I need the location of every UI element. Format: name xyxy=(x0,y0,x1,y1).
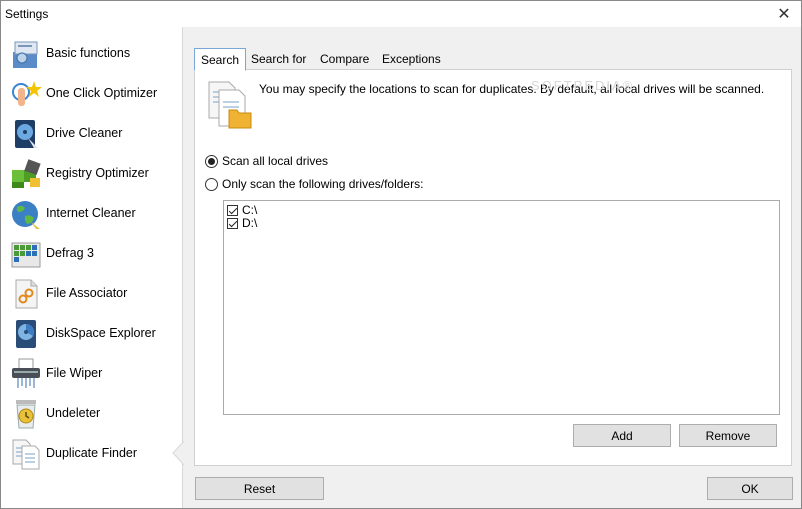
radio-indicator[interactable] xyxy=(205,177,218,191)
tab-search[interactable]: Search xyxy=(194,48,247,71)
one-click-optimizer-icon xyxy=(12,81,42,106)
selection-notch-icon xyxy=(172,441,184,465)
sidebar-item-one-click-optimizer[interactable]: One Click Optimizer xyxy=(1,74,181,114)
registry-optimizer-icon xyxy=(12,159,41,188)
window-title: Settings xyxy=(5,7,49,21)
sidebar-item-label: Drive Cleaner xyxy=(46,126,123,140)
internet-cleaner-icon xyxy=(12,201,40,229)
tab-search-for[interactable]: Search for xyxy=(245,48,312,70)
close-button[interactable]: ✕ xyxy=(767,1,801,27)
sidebar-item-label: Defrag 3 xyxy=(46,246,94,260)
sidebar-item-diskspace-explorer[interactable]: DiskSpace Explorer xyxy=(1,314,181,354)
sidebar-item-duplicate-finder[interactable]: Duplicate Finder xyxy=(1,434,181,474)
ok-button[interactable]: OK xyxy=(707,477,793,500)
basic-functions-icon xyxy=(13,41,38,68)
add-button[interactable]: Add xyxy=(573,424,671,447)
radio-label: Scan all local drives xyxy=(222,154,329,168)
remove-button[interactable]: Remove xyxy=(679,424,777,447)
sidebar-item-label: Internet Cleaner xyxy=(46,206,136,220)
radio-label: Only scan the following drives/folders: xyxy=(222,177,424,191)
sidebar-item-file-wiper[interactable]: File Wiper xyxy=(1,354,181,394)
duplicate-finder-icon xyxy=(12,439,40,470)
sidebar-item-drive-cleaner[interactable]: Drive Cleaner xyxy=(1,114,181,154)
file-associator-icon xyxy=(15,279,38,309)
drive-cleaner-icon xyxy=(15,120,38,148)
tab-compare[interactable]: Compare xyxy=(314,48,375,70)
radio-indicator[interactable] xyxy=(205,154,218,168)
search-info-text: You may specify the locations to scan fo… xyxy=(259,82,765,96)
sidebar-item-undeleter[interactable]: Undeleter xyxy=(1,394,181,434)
sidebar-item-label: One Click Optimizer xyxy=(46,86,158,100)
sidebar-item-basic-functions[interactable]: Basic functions xyxy=(1,34,181,74)
checkbox[interactable] xyxy=(227,217,238,229)
undeleter-icon xyxy=(16,400,36,429)
sidebar-item-registry-optimizer[interactable]: Registry Optimizer xyxy=(1,154,181,194)
checkbox[interactable] xyxy=(227,204,238,216)
sidebar-item-defrag[interactable]: Defrag 3 xyxy=(1,234,181,274)
sidebar-item-label: Basic functions xyxy=(46,46,131,60)
sidebar-item-internet-cleaner[interactable]: Internet Cleaner xyxy=(1,194,181,234)
sidebar-item-label: Duplicate Finder xyxy=(46,446,138,460)
search-tab-panel: You may specify the locations to scan fo… xyxy=(194,69,792,466)
location-label: D:\ xyxy=(242,216,258,230)
list-item[interactable]: C:\ xyxy=(227,203,257,217)
location-label: C:\ xyxy=(242,203,258,217)
sidebar-item-label: Undeleter xyxy=(46,406,101,420)
sidebar: Basic functions One Click Optimizer Driv… xyxy=(1,27,184,508)
title-bar: Settings ✕ xyxy=(1,1,801,27)
reset-button[interactable]: Reset xyxy=(195,477,324,500)
watermark: SOFTPEDIA® xyxy=(531,78,635,93)
sidebar-item-label: Registry Optimizer xyxy=(46,166,149,180)
sidebar-item-file-associator[interactable]: File Associator xyxy=(1,274,181,314)
list-item[interactable]: D:\ xyxy=(227,216,257,230)
scan-selected-folders-radio[interactable]: Only scan the following drives/folders: xyxy=(205,177,423,191)
locations-list[interactable]: C:\ D:\ xyxy=(223,200,780,415)
settings-window: Settings ✕ Basic functions One Click Opt… xyxy=(0,0,802,509)
sidebar-item-label: DiskSpace Explorer xyxy=(46,326,156,340)
diskspace-explorer-icon xyxy=(16,320,36,348)
sidebar-item-label: File Associator xyxy=(46,286,128,300)
duplicate-files-icon xyxy=(208,81,252,129)
scan-all-drives-radio[interactable]: Scan all local drives xyxy=(205,154,328,168)
tab-exceptions[interactable]: Exceptions xyxy=(376,48,447,70)
file-wiper-icon xyxy=(12,358,40,388)
sidebar-item-label: File Wiper xyxy=(46,366,103,380)
defrag-icon xyxy=(11,242,41,268)
